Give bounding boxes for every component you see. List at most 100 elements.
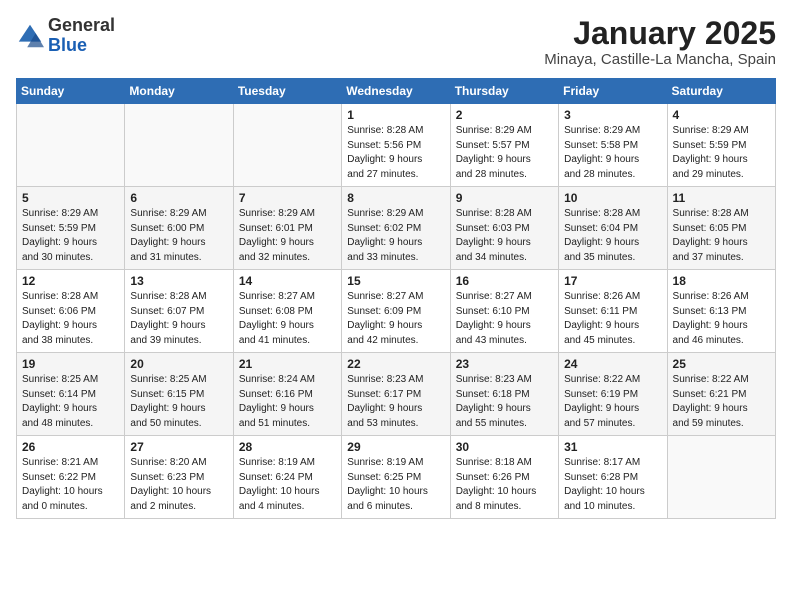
col-wednesday: Wednesday bbox=[342, 79, 450, 104]
day-number: 3 bbox=[564, 108, 661, 122]
day-number: 21 bbox=[239, 357, 336, 371]
calendar-header: Sunday Monday Tuesday Wednesday Thursday… bbox=[17, 79, 776, 104]
calendar-cell: 12 Sunrise: 8:28 AM Sunset: 6:06 PM Dayli… bbox=[17, 270, 125, 353]
calendar-cell bbox=[17, 104, 125, 187]
week-row-2: 5Sunrise: 8:29 AM Sunset: 5:59 PM Daylig… bbox=[17, 187, 776, 270]
calendar-cell: 14Sunrise: 8:27 AM Sunset: 6:08 PM Dayli… bbox=[233, 270, 341, 353]
calendar-cell: 22Sunrise: 8:23 AM Sunset: 6:17 PM Dayli… bbox=[342, 353, 450, 436]
day-info: Sunrise: 8:20 AM Sunset: 6:23 PM Dayligh… bbox=[130, 456, 227, 514]
title-block: January 2025 Minaya, Castille-La Mancha,… bbox=[544, 16, 776, 68]
calendar-cell: 19 Sunrise: 8:25 AM Sunset: 6:14 PM Dayli… bbox=[17, 353, 125, 436]
logo-blue: Blue bbox=[48, 35, 87, 55]
calendar-cell: 1 Sunrise: 8:28 AM Sunset: 5:56 PM Daylig… bbox=[342, 104, 450, 187]
day-info: Sunrise: 8:29 AM Sunset: 5:59 PM Dayligh… bbox=[22, 207, 119, 265]
day-number: 27 bbox=[130, 440, 227, 454]
day-info: Sunrise: 8:22 AM Sunset: 6:21 PM Dayligh… bbox=[673, 373, 770, 431]
day-info: Sunrise: 8:22 AM Sunset: 6:19 PM Dayligh… bbox=[564, 373, 661, 431]
calendar-cell: 20Sunrise: 8:25 AM Sunset: 6:15 PM Dayli… bbox=[125, 353, 233, 436]
day-number: 31 bbox=[564, 440, 661, 454]
calendar-cell: 2 Sunrise: 8:29 AM Sunset: 5:57 PM Daylig… bbox=[450, 104, 558, 187]
day-number: 26 bbox=[22, 440, 119, 454]
day-info: Sunrise: 8:26 AM Sunset: 6:11 PM Dayligh… bbox=[564, 290, 661, 348]
day-number: 8 bbox=[347, 191, 444, 205]
logo-icon bbox=[16, 22, 44, 50]
col-tuesday: Tuesday bbox=[233, 79, 341, 104]
calendar-cell bbox=[667, 436, 775, 519]
col-saturday: Saturday bbox=[667, 79, 775, 104]
calendar-cell: 24 Sunrise: 8:22 AM Sunset: 6:19 PM Dayli… bbox=[559, 353, 667, 436]
day-number: 19 bbox=[22, 357, 119, 371]
calendar-cell: 18Sunrise: 8:26 AM Sunset: 6:13 PM Dayli… bbox=[667, 270, 775, 353]
day-info: Sunrise: 8:27 AM Sunset: 6:09 PM Dayligh… bbox=[347, 290, 444, 348]
day-number: 12 bbox=[22, 274, 119, 288]
day-number: 9 bbox=[456, 191, 553, 205]
day-number: 24 bbox=[564, 357, 661, 371]
calendar-cell: 7 Sunrise: 8:29 AM Sunset: 6:01 PM Daylig… bbox=[233, 187, 341, 270]
day-number: 23 bbox=[456, 357, 553, 371]
col-friday: Friday bbox=[559, 79, 667, 104]
day-number: 2 bbox=[456, 108, 553, 122]
calendar-cell: 3 Sunrise: 8:29 AM Sunset: 5:58 PM Daylig… bbox=[559, 104, 667, 187]
calendar-cell: 10 Sunrise: 8:28 AM Sunset: 6:04 PM Dayli… bbox=[559, 187, 667, 270]
day-number: 22 bbox=[347, 357, 444, 371]
calendar-cell: 28Sunrise: 8:19 AM Sunset: 6:24 PM Dayli… bbox=[233, 436, 341, 519]
day-info: Sunrise: 8:18 AM Sunset: 6:26 PM Dayligh… bbox=[456, 456, 553, 514]
day-info: Sunrise: 8:23 AM Sunset: 6:18 PM Dayligh… bbox=[456, 373, 553, 431]
logo: General Blue bbox=[16, 16, 115, 56]
calendar-cell: 27 Sunrise: 8:20 AM Sunset: 6:23 PM Dayli… bbox=[125, 436, 233, 519]
calendar-cell: 4Sunrise: 8:29 AM Sunset: 5:59 PM Daylig… bbox=[667, 104, 775, 187]
calendar-cell: 6 Sunrise: 8:29 AM Sunset: 6:00 PM Daylig… bbox=[125, 187, 233, 270]
week-row-1: 1 Sunrise: 8:28 AM Sunset: 5:56 PM Daylig… bbox=[17, 104, 776, 187]
day-number: 10 bbox=[564, 191, 661, 205]
day-info: Sunrise: 8:28 AM Sunset: 6:07 PM Dayligh… bbox=[130, 290, 227, 348]
calendar-cell: 29 Sunrise: 8:19 AM Sunset: 6:25 PM Dayli… bbox=[342, 436, 450, 519]
day-number: 29 bbox=[347, 440, 444, 454]
calendar-cell: 8 Sunrise: 8:29 AM Sunset: 6:02 PM Daylig… bbox=[342, 187, 450, 270]
main-container: General Blue January 2025 Minaya, Castil… bbox=[0, 0, 792, 527]
day-info: Sunrise: 8:19 AM Sunset: 6:25 PM Dayligh… bbox=[347, 456, 444, 514]
day-info: Sunrise: 8:29 AM Sunset: 6:02 PM Dayligh… bbox=[347, 207, 444, 265]
day-number: 25 bbox=[673, 357, 770, 371]
day-number: 6 bbox=[130, 191, 227, 205]
calendar-cell bbox=[233, 104, 341, 187]
col-thursday: Thursday bbox=[450, 79, 558, 104]
day-number: 16 bbox=[456, 274, 553, 288]
calendar-cell: 5Sunrise: 8:29 AM Sunset: 5:59 PM Daylig… bbox=[17, 187, 125, 270]
week-row-3: 12 Sunrise: 8:28 AM Sunset: 6:06 PM Dayli… bbox=[17, 270, 776, 353]
day-info: Sunrise: 8:29 AM Sunset: 5:59 PM Dayligh… bbox=[673, 124, 770, 182]
week-row-4: 19 Sunrise: 8:25 AM Sunset: 6:14 PM Dayli… bbox=[17, 353, 776, 436]
logo-text: General Blue bbox=[48, 16, 115, 56]
calendar-body: 1 Sunrise: 8:28 AM Sunset: 5:56 PM Daylig… bbox=[17, 104, 776, 519]
day-number: 7 bbox=[239, 191, 336, 205]
day-number: 17 bbox=[564, 274, 661, 288]
calendar-cell: 13Sunrise: 8:28 AM Sunset: 6:07 PM Dayli… bbox=[125, 270, 233, 353]
logo-general: General bbox=[48, 15, 115, 35]
day-info: Sunrise: 8:27 AM Sunset: 6:08 PM Dayligh… bbox=[239, 290, 336, 348]
day-info: Sunrise: 8:26 AM Sunset: 6:13 PM Dayligh… bbox=[673, 290, 770, 348]
day-info: Sunrise: 8:25 AM Sunset: 6:14 PM Dayligh… bbox=[22, 373, 119, 431]
day-number: 15 bbox=[347, 274, 444, 288]
col-monday: Monday bbox=[125, 79, 233, 104]
calendar-cell: 21 Sunrise: 8:24 AM Sunset: 6:16 PM Dayli… bbox=[233, 353, 341, 436]
calendar-cell: 16 Sunrise: 8:27 AM Sunset: 6:10 PM Dayli… bbox=[450, 270, 558, 353]
day-number: 20 bbox=[130, 357, 227, 371]
calendar-cell: 9 Sunrise: 8:28 AM Sunset: 6:03 PM Daylig… bbox=[450, 187, 558, 270]
day-info: Sunrise: 8:29 AM Sunset: 5:57 PM Dayligh… bbox=[456, 124, 553, 182]
calendar-cell: 23 Sunrise: 8:23 AM Sunset: 6:18 PM Dayli… bbox=[450, 353, 558, 436]
day-info: Sunrise: 8:28 AM Sunset: 6:06 PM Dayligh… bbox=[22, 290, 119, 348]
day-info: Sunrise: 8:28 AM Sunset: 6:05 PM Dayligh… bbox=[673, 207, 770, 265]
day-info: Sunrise: 8:24 AM Sunset: 6:16 PM Dayligh… bbox=[239, 373, 336, 431]
day-info: Sunrise: 8:28 AM Sunset: 6:03 PM Dayligh… bbox=[456, 207, 553, 265]
day-number: 1 bbox=[347, 108, 444, 122]
day-info: Sunrise: 8:28 AM Sunset: 6:04 PM Dayligh… bbox=[564, 207, 661, 265]
day-info: Sunrise: 8:29 AM Sunset: 6:01 PM Dayligh… bbox=[239, 207, 336, 265]
day-info: Sunrise: 8:27 AM Sunset: 6:10 PM Dayligh… bbox=[456, 290, 553, 348]
day-info: Sunrise: 8:29 AM Sunset: 5:58 PM Dayligh… bbox=[564, 124, 661, 182]
calendar-subtitle: Minaya, Castille-La Mancha, Spain bbox=[544, 51, 776, 68]
calendar-cell: 25 Sunrise: 8:22 AM Sunset: 6:21 PM Dayli… bbox=[667, 353, 775, 436]
day-info: Sunrise: 8:29 AM Sunset: 6:00 PM Dayligh… bbox=[130, 207, 227, 265]
col-sunday: Sunday bbox=[17, 79, 125, 104]
day-info: Sunrise: 8:28 AM Sunset: 5:56 PM Dayligh… bbox=[347, 124, 444, 182]
calendar-cell: 26Sunrise: 8:21 AM Sunset: 6:22 PM Dayli… bbox=[17, 436, 125, 519]
week-row-5: 26Sunrise: 8:21 AM Sunset: 6:22 PM Dayli… bbox=[17, 436, 776, 519]
